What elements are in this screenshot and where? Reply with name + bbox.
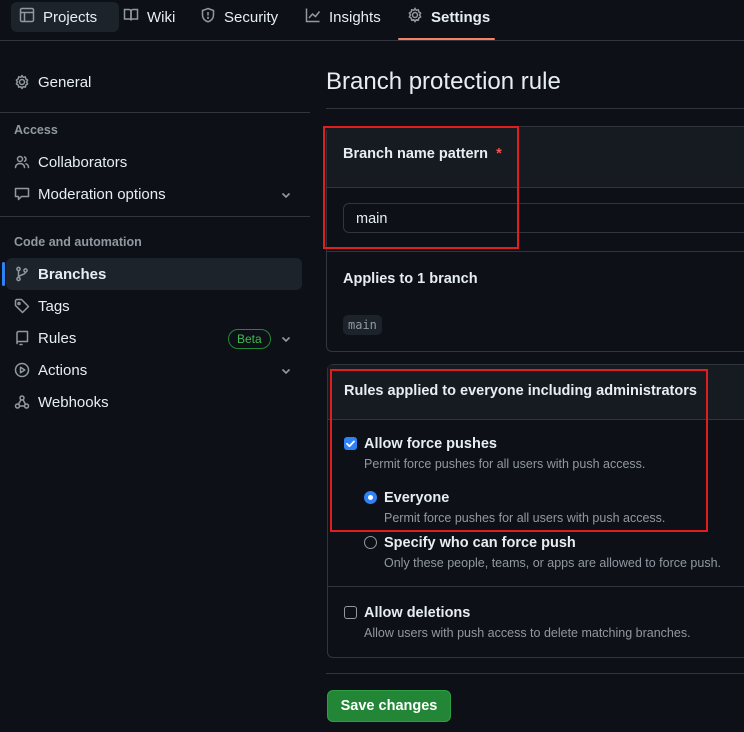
branch-icon <box>14 266 30 282</box>
gear-icon <box>14 74 30 90</box>
tab-label: Wiki <box>147 8 176 26</box>
tab-settings[interactable]: Settings <box>399 2 498 32</box>
people-icon <box>14 154 30 170</box>
specify-radio[interactable] <box>364 536 377 549</box>
sidebar-heading-access: Access <box>14 123 58 137</box>
chevron-down-icon[interactable] <box>280 332 292 344</box>
specify-description: Only these people, teams, or apps are al… <box>384 556 721 570</box>
tab-insights[interactable]: Insights <box>297 2 389 32</box>
sidebar-item-label: Actions <box>38 361 88 379</box>
repo-nav: Projects Wiki Security Insights Settings <box>0 0 744 41</box>
comment-icon <box>14 186 30 202</box>
deletions-description: Allow users with push access to delete m… <box>364 626 691 640</box>
sidebar-divider <box>0 216 310 217</box>
selected-tab-indicator <box>398 38 495 40</box>
sidebar-item-label: Collaborators <box>38 153 128 171</box>
sidebar-item-label: General <box>38 73 92 91</box>
title-divider <box>326 108 744 109</box>
applies-label: Applies to 1 branch <box>343 271 478 287</box>
graph-icon <box>305 7 321 27</box>
sidebar-item-webhooks[interactable]: Webhooks <box>0 386 302 418</box>
branch-pattern-label: Branch name pattern * <box>343 146 502 162</box>
panel-divider <box>327 251 744 252</box>
play-icon <box>14 362 30 378</box>
gear-icon <box>407 7 423 27</box>
page-title: Branch protection rule <box>326 68 561 95</box>
save-changes-button[interactable]: Save changes <box>327 690 451 722</box>
everyone-label[interactable]: Everyone <box>384 490 449 506</box>
chevron-down-icon[interactable] <box>280 364 292 376</box>
rules-heading: Rules applied to everyone including admi… <box>344 383 697 399</box>
beta-badge: Beta <box>228 329 271 349</box>
tab-label: Settings <box>431 8 491 26</box>
book-icon <box>123 7 139 27</box>
webhook-icon <box>14 394 30 410</box>
sidebar-item-label: Rules <box>38 329 77 347</box>
sidebar-item-moderation[interactable]: Moderation options <box>0 178 302 210</box>
tab-label: Insights <box>329 8 381 26</box>
matching-branch-chip: main <box>343 315 382 335</box>
sidebar-item-label: Moderation options <box>38 185 166 203</box>
table-icon <box>19 7 35 27</box>
force-push-label[interactable]: Allow force pushes <box>364 436 497 452</box>
tab-label: Projects <box>43 8 98 26</box>
sidebar-item-label: Webhooks <box>38 393 109 411</box>
repo-push-icon <box>14 330 30 346</box>
sidebar-item-general[interactable]: General <box>0 66 302 98</box>
sidebar-item-label: Tags <box>38 297 70 315</box>
footer-divider <box>326 673 744 674</box>
tab-projects[interactable]: Projects <box>11 2 119 32</box>
shield-icon <box>200 7 216 27</box>
sidebar-heading-code: Code and automation <box>14 235 142 249</box>
sidebar-divider <box>0 112 310 113</box>
force-push-description: Permit force pushes for all users with p… <box>364 457 646 471</box>
required-mark: * <box>496 146 502 162</box>
tab-wiki[interactable]: Wiki <box>115 2 183 32</box>
everyone-radio[interactable] <box>364 491 377 504</box>
branch-pattern-input[interactable]: main <box>343 203 744 233</box>
chevron-down-icon[interactable] <box>280 188 292 200</box>
active-item-indicator <box>2 262 5 286</box>
panel-divider <box>328 586 744 587</box>
check-icon <box>346 440 355 448</box>
sidebar-item-tags[interactable]: Tags <box>0 290 302 322</box>
tag-icon <box>14 298 30 314</box>
sidebar-item-actions[interactable]: Actions <box>0 354 302 386</box>
force-push-checkbox[interactable] <box>344 437 357 450</box>
sidebar-item-collaborators[interactable]: Collaborators <box>0 146 302 178</box>
sidebar-item-rules[interactable]: Rules Beta <box>0 322 302 354</box>
deletions-label[interactable]: Allow deletions <box>364 605 470 621</box>
tab-security[interactable]: Security <box>192 2 286 32</box>
specify-label[interactable]: Specify who can force push <box>384 535 576 551</box>
branch-pattern-label-text: Branch name pattern <box>343 146 489 162</box>
tab-label: Security <box>224 8 279 26</box>
deletions-checkbox[interactable] <box>344 606 357 619</box>
sidebar-item-branches[interactable]: Branches <box>6 258 302 290</box>
everyone-description: Permit force pushes for all users with p… <box>384 511 666 525</box>
sidebar-item-label: Branches <box>38 265 107 283</box>
